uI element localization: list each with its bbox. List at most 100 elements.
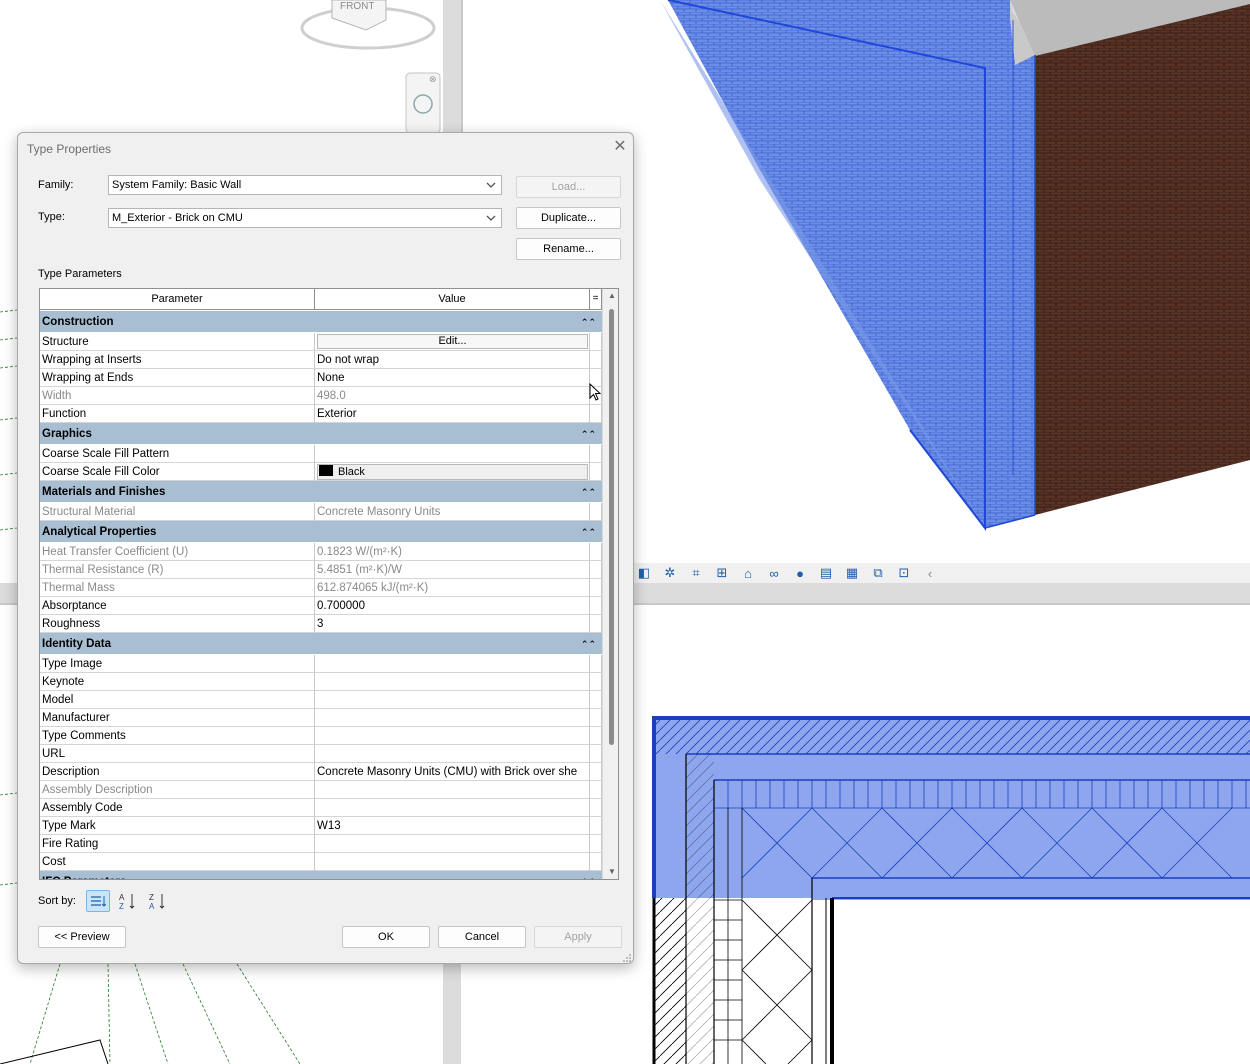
parameter-row: Manufacturer bbox=[40, 709, 602, 727]
scroll-down-icon[interactable]: ▼ bbox=[607, 867, 617, 876]
parameter-name: Width bbox=[40, 387, 315, 405]
ok-button[interactable]: OK bbox=[342, 926, 430, 948]
highlight-displacement-icon[interactable]: ⧉ bbox=[866, 564, 890, 582]
parameter-row: Heat Transfer Coefficient (U) 0.1823 W/(m… bbox=[40, 543, 602, 561]
collapse-group-icon[interactable]: ⌃⌃ bbox=[581, 311, 596, 333]
parameter-name: Manufacturer bbox=[40, 709, 315, 727]
parameter-name: Thermal Mass bbox=[40, 579, 315, 597]
parameter-value[interactable]: Exterior bbox=[315, 405, 590, 423]
parameter-row: Roughness 3 bbox=[40, 615, 602, 633]
parameter-name: Type Comments bbox=[40, 727, 315, 745]
parameter-value[interactable]: W13 bbox=[315, 817, 590, 835]
lock-3d-icon[interactable]: ⌂ bbox=[736, 564, 760, 582]
parameter-value: Concrete Masonry Units bbox=[315, 503, 590, 521]
parameter-value-cell[interactable]: Edit... bbox=[315, 333, 590, 351]
sort-descending-button[interactable]: ZA bbox=[146, 890, 170, 912]
show-crop-icon[interactable]: ⊞ bbox=[710, 564, 734, 582]
parameter-value[interactable] bbox=[315, 835, 590, 853]
temporary-hide-icon[interactable]: ∞ bbox=[762, 564, 786, 582]
column-header-value[interactable]: Value bbox=[315, 289, 590, 309]
collapse-group-icon[interactable]: ⌃⌃ bbox=[581, 521, 596, 543]
collapse-group-icon[interactable]: ⌃⌃ bbox=[581, 423, 596, 445]
parameter-value[interactable]: Concrete Masonry Units (CMU) with Brick … bbox=[315, 763, 590, 781]
parameter-name: Coarse Scale Fill Color bbox=[40, 463, 315, 481]
collapse-group-icon[interactable]: ⌃⌃ bbox=[581, 481, 596, 503]
parameter-value[interactable]: 3 bbox=[315, 615, 590, 633]
parameter-row: Absorptance 0.700000 bbox=[40, 597, 602, 615]
preview-button[interactable]: << Preview bbox=[38, 926, 126, 948]
parameter-value[interactable] bbox=[315, 673, 590, 691]
type-dropdown[interactable]: M_Exterior - Brick on CMU bbox=[108, 208, 502, 228]
formula-cell bbox=[590, 763, 602, 781]
group-header[interactable]: Identity Data ⌃⌃ bbox=[40, 633, 602, 655]
sort-grouped-button[interactable] bbox=[86, 890, 110, 912]
sort-by-label: Sort by: bbox=[38, 895, 76, 907]
close-icon[interactable]: ✕ bbox=[612, 139, 628, 155]
group-header[interactable]: Materials and Finishes ⌃⌃ bbox=[40, 481, 602, 503]
parameter-value[interactable] bbox=[315, 727, 590, 745]
group-header[interactable]: Construction ⌃⌃ bbox=[40, 311, 602, 333]
parameter-value: 498.0 bbox=[315, 387, 590, 405]
svg-text:Z: Z bbox=[149, 893, 154, 902]
parameter-name: Assembly Description bbox=[40, 781, 315, 799]
grid-header: Parameter Value = bbox=[40, 289, 618, 310]
formula-cell bbox=[590, 853, 602, 871]
scroll-up-icon[interactable]: ▲ bbox=[607, 291, 617, 300]
collapse-toolbar-icon[interactable]: ‹ bbox=[918, 564, 942, 582]
parameter-value-cell[interactable]: Black bbox=[315, 463, 590, 481]
apply-button[interactable]: Apply bbox=[534, 926, 622, 948]
edit-structure-button[interactable]: Edit... bbox=[317, 334, 588, 349]
parameter-value[interactable]: None bbox=[315, 369, 590, 387]
duplicate-button[interactable]: Duplicate... bbox=[516, 207, 621, 229]
sort-ascending-button[interactable]: AZ bbox=[116, 890, 140, 912]
parameter-value[interactable] bbox=[315, 655, 590, 673]
column-header-parameter[interactable]: Parameter bbox=[40, 289, 315, 309]
rename-button[interactable]: Rename... bbox=[516, 238, 621, 260]
resize-grip-icon[interactable] bbox=[622, 953, 632, 963]
group-header[interactable]: IFC Parameters ⌃⌃ bbox=[40, 871, 602, 879]
parameter-value[interactable] bbox=[315, 799, 590, 817]
formula-cell bbox=[590, 561, 602, 579]
sun-path-icon[interactable]: ✲ bbox=[658, 564, 682, 582]
formula-cell bbox=[590, 543, 602, 561]
color-picker-button[interactable]: Black bbox=[317, 464, 588, 480]
chevron-down-icon bbox=[486, 215, 496, 221]
parameter-value[interactable] bbox=[315, 445, 590, 463]
reveal-constraints-icon[interactable]: ⊡ bbox=[892, 564, 916, 582]
collapse-group-icon[interactable]: ⌃⌃ bbox=[581, 871, 596, 879]
parameter-row: Description Concrete Masonry Units (CMU) … bbox=[40, 763, 602, 781]
parameter-value[interactable] bbox=[315, 709, 590, 727]
crop-view-icon[interactable]: ⌗ bbox=[684, 564, 708, 582]
reveal-hidden-icon[interactable]: ● bbox=[788, 564, 812, 582]
family-dropdown[interactable]: System Family: Basic Wall bbox=[108, 175, 502, 195]
parameter-value[interactable]: Do not wrap bbox=[315, 351, 590, 369]
formula-cell bbox=[590, 579, 602, 597]
group-header[interactable]: Analytical Properties ⌃⌃ bbox=[40, 521, 602, 543]
collapse-group-icon[interactable]: ⌃⌃ bbox=[581, 633, 596, 655]
formula-cell bbox=[590, 615, 602, 633]
formula-cell bbox=[590, 709, 602, 727]
parameter-value[interactable] bbox=[315, 853, 590, 871]
parameter-name: Function bbox=[40, 405, 315, 423]
column-header-equals[interactable]: = bbox=[590, 289, 602, 309]
parameter-row: Structural Material Concrete Masonry Unit… bbox=[40, 503, 602, 521]
load-button[interactable]: Load... bbox=[516, 176, 621, 198]
parameter-value[interactable] bbox=[315, 691, 590, 709]
cancel-button[interactable]: Cancel bbox=[438, 926, 526, 948]
worksharing-icon[interactable]: ▤ bbox=[814, 564, 838, 582]
type-label: Type: bbox=[38, 211, 65, 223]
analytical-model-icon[interactable]: ▦ bbox=[840, 564, 864, 582]
parameter-value[interactable] bbox=[315, 745, 590, 763]
parameter-name: Description bbox=[40, 763, 315, 781]
parameter-row: Fire Rating bbox=[40, 835, 602, 853]
group-header[interactable]: Graphics ⌃⌃ bbox=[40, 423, 602, 445]
parameter-row: Thermal Resistance (R) 5.4851 (m²·K)/W bbox=[40, 561, 602, 579]
visual-style-icon[interactable]: ◧ bbox=[632, 564, 656, 582]
formula-cell bbox=[590, 445, 602, 463]
scrollbar-thumb[interactable] bbox=[609, 309, 614, 745]
navigation-bar[interactable]: ⊗ bbox=[405, 72, 441, 134]
parameter-row: URL bbox=[40, 745, 602, 763]
parameter-value[interactable]: 0.700000 bbox=[315, 597, 590, 615]
group-header-label: Analytical Properties bbox=[42, 526, 157, 538]
grid-scrollbar[interactable]: ▲ ▼ bbox=[602, 289, 618, 879]
